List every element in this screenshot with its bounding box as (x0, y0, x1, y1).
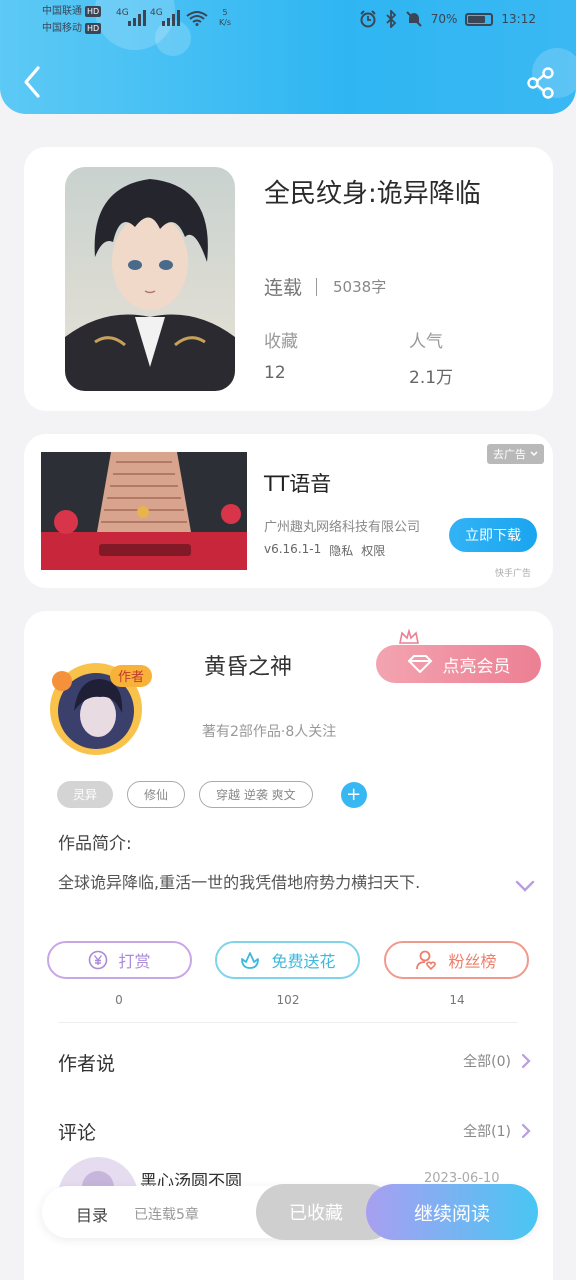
reward-button[interactable]: 打赏 (47, 941, 192, 979)
serial-status: 连载 (264, 277, 303, 299)
clock: 13:12 (501, 12, 536, 26)
book-info-card: 全民纹身:诡异降临 连载 5038字 收藏 人气 12 2.1万 (24, 147, 553, 411)
battery-percent: 70% (430, 12, 458, 26)
ad-permissions-link[interactable]: 权限 (361, 542, 385, 559)
favorites-value: 12 (264, 363, 286, 383)
book-title: 全民纹身:诡异降临 (264, 179, 481, 209)
chevron-down-icon (530, 451, 538, 457)
continue-reading-button[interactable]: 继续阅读 (366, 1184, 538, 1240)
book-status-line: 连载 5038字 (264, 273, 386, 300)
intro-label: 作品简介: (58, 834, 132, 854)
diamond-icon (407, 655, 432, 673)
ad-card[interactable]: 去广告 TT语音 广州趣丸网络科技有限公司 v6.16.1-1 隐私 权限 立即… (24, 434, 553, 588)
share-button[interactable] (526, 66, 556, 100)
mute-bell-icon (406, 11, 422, 27)
tag-item[interactable]: 穿越 逆袭 爽文 (199, 781, 313, 808)
carrier-2: 中国移动 (42, 23, 82, 34)
cover-illustration (65, 167, 235, 391)
fans-ranking-label: 粉丝榜 (448, 952, 497, 971)
battery-icon (465, 12, 494, 26)
book-cover[interactable] (65, 167, 235, 391)
word-count: 5038字 (333, 278, 387, 296)
chevron-right-icon (521, 1053, 531, 1069)
free-flower-label: 免费送花 (271, 952, 336, 971)
fans-ranking-button[interactable]: 粉丝榜 (384, 941, 529, 979)
comments-label: 评论 (58, 1122, 97, 1144)
ad-image[interactable] (41, 452, 247, 570)
divider (316, 277, 318, 296)
top-header: 中国联通 HD 中国移动 HD 4G 4G 5 K/s 70% 13:12 (0, 0, 576, 114)
add-tag-button[interactable]: + (340, 781, 367, 808)
carrier-info: 中国联通 HD 中国移动 HD (42, 3, 102, 37)
ad-company: 广州趣丸网络科技有限公司 (264, 520, 421, 535)
ad-meta: v6.16.1-1 隐私 权限 (264, 542, 385, 559)
divider (58, 1022, 518, 1023)
author-says-all-link[interactable]: 全部(0) (463, 1051, 531, 1071)
popularity-label: 人气 (409, 332, 443, 352)
ad-title: TT语音 (264, 472, 332, 496)
back-button[interactable] (18, 64, 48, 100)
comments-all-link[interactable]: 全部(1) (463, 1121, 531, 1141)
comments-count: 全部(1) (463, 1124, 511, 1140)
catalog-button[interactable]: 目录 (76, 1202, 108, 1226)
reward-label: 打赏 (118, 952, 151, 971)
flower-icon (241, 952, 260, 969)
fans-count: 14 (449, 993, 465, 1007)
tag-item[interactable]: 灵异 (57, 781, 114, 808)
author-badge: 作者 (118, 670, 144, 685)
author-avatar[interactable]: 作者 (48, 651, 164, 761)
hd-badge: HD (85, 6, 102, 17)
yen-coin-icon (89, 950, 108, 970)
reward-count: 0 (115, 993, 123, 1007)
ad-source: 快手广告 (494, 569, 531, 579)
status-right: 70% 13:12 (359, 10, 536, 28)
tag-list: 灵异 修仙 穿越 逆袭 爽文 + (57, 781, 367, 808)
remove-ad-button[interactable]: 去广告 (487, 444, 544, 464)
author-meta: 著有2部作品·8人关注 (202, 724, 337, 740)
chevron-left-icon (24, 66, 40, 98)
status-bar: 中国联通 HD 中国移动 HD 4G 4G 5 K/s 70% 13:12 (0, 0, 576, 40)
ad-download-button[interactable]: 立即下载 (449, 518, 537, 552)
crown-icon (399, 629, 419, 644)
remove-ad-label: 去广告 (493, 448, 526, 461)
tag-item[interactable]: 修仙 (127, 781, 186, 808)
author-says-count: 全部(0) (463, 1054, 511, 1070)
popularity-value: 2.1万 (409, 368, 454, 388)
signal-icon (162, 10, 180, 26)
favorites-label: 收藏 (264, 332, 298, 352)
carrier-1: 中国联通 (42, 6, 82, 17)
share-icon (527, 67, 554, 99)
ad-privacy-link[interactable]: 隐私 (329, 542, 353, 559)
user-heart-icon (416, 950, 437, 971)
chevron-right-icon (521, 1123, 531, 1139)
network-type-2: 4G (150, 8, 163, 18)
author-says-label: 作者说 (58, 1053, 116, 1075)
alarm-icon (360, 10, 376, 28)
work-info-card: 作者 黄昏之神 著有2部作品·8人关注 点亮会员 灵异 修仙 穿越 逆袭 爽文 … (24, 611, 553, 1280)
flower-count: 102 (276, 993, 300, 1007)
signal-icon (128, 10, 146, 26)
free-flower-button[interactable]: 免费送花 (215, 941, 360, 979)
chapter-count: 已连载5章 (134, 1207, 199, 1223)
network-type-1: 4G (116, 8, 129, 18)
vip-button[interactable]: 点亮会员 (376, 645, 541, 683)
intro-text: 全球诡异降临,重活一世的我凭借地府势力横扫天下. (58, 873, 421, 892)
ad-game-screenshot (41, 452, 247, 570)
expand-chevron-icon[interactable] (514, 879, 536, 893)
network-speed: 5 K/s (218, 8, 232, 27)
bluetooth-icon (386, 10, 397, 28)
vip-label: 点亮会员 (442, 656, 511, 677)
author-avatar-image: 作者 (50, 663, 152, 755)
bottom-action-bar: 目录 已连载5章 已收藏 继续阅读 (42, 1184, 538, 1240)
ad-version: v6.16.1-1 (264, 542, 322, 556)
hd-badge: HD (85, 23, 102, 34)
wifi-icon (186, 11, 208, 26)
author-name: 黄昏之神 (204, 655, 293, 680)
